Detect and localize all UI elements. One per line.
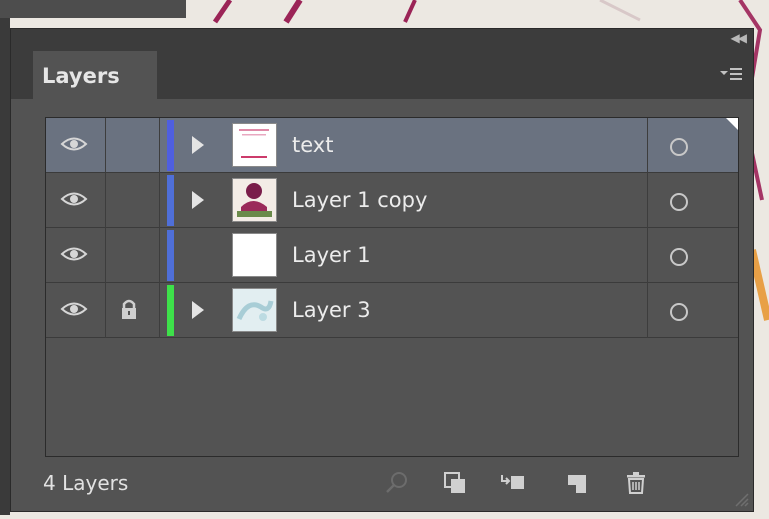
target-cell[interactable] xyxy=(647,118,738,173)
visibility-toggle[interactable] xyxy=(46,228,106,283)
panel-menu-icon[interactable] xyxy=(719,65,743,83)
locate-object-icon[interactable] xyxy=(384,471,410,495)
lock-icon xyxy=(122,299,136,319)
panel-tab-bar: Layers xyxy=(11,51,753,99)
layer-count-label: 4 Layers xyxy=(43,471,129,495)
layer-name[interactable]: Layer 3 xyxy=(292,283,371,338)
document-tab-strip xyxy=(0,0,186,18)
target-cell[interactable] xyxy=(647,173,738,228)
double-chevron-left-icon[interactable]: ◀◀ xyxy=(731,31,748,45)
target-circle-icon[interactable] xyxy=(670,303,688,321)
new-layer-icon[interactable] xyxy=(564,471,590,495)
panel-footer: 4 Layers xyxy=(11,457,753,511)
expand-triangle-icon[interactable] xyxy=(192,191,204,209)
lock-toggle[interactable] xyxy=(106,228,160,283)
lock-toggle[interactable] xyxy=(106,173,160,228)
lock-toggle[interactable] xyxy=(106,283,160,338)
layer-row[interactable]: text xyxy=(46,118,738,173)
eye-icon xyxy=(60,192,88,206)
layer-name[interactable]: Layer 1 xyxy=(292,228,371,283)
workspace-edge xyxy=(0,18,10,515)
layer-name[interactable]: text xyxy=(292,118,333,173)
layer-color-bar xyxy=(167,285,174,336)
target-cell[interactable] xyxy=(647,228,738,283)
layer-list: text Layer 1 copy Layer 1 Layer 3 xyxy=(45,117,739,457)
panel-title-bar[interactable]: ◀◀ xyxy=(11,29,753,51)
eye-icon xyxy=(60,247,88,261)
target-cell[interactable] xyxy=(647,283,738,338)
visibility-toggle[interactable] xyxy=(46,283,106,338)
layers-panel: ◀◀ Layers text Layer 1 copy Layer 1 Laye… xyxy=(10,28,754,512)
layer-color-bar xyxy=(167,120,174,171)
tab-layers[interactable]: Layers xyxy=(33,51,157,99)
target-circle-icon[interactable] xyxy=(670,193,688,211)
layer-thumbnail xyxy=(232,288,277,332)
make-clipping-mask-icon[interactable] xyxy=(442,471,468,495)
layer-color-bar xyxy=(167,175,174,226)
delete-icon[interactable] xyxy=(623,471,649,495)
visibility-toggle[interactable] xyxy=(46,173,106,228)
expand-triangle-icon[interactable] xyxy=(192,301,204,319)
expand-triangle-icon[interactable] xyxy=(192,136,204,154)
layer-name[interactable]: Layer 1 copy xyxy=(292,173,427,228)
eye-icon xyxy=(60,137,88,151)
layer-color-bar xyxy=(167,230,174,281)
target-circle-icon[interactable] xyxy=(670,138,688,156)
selection-indicator xyxy=(726,118,738,130)
target-circle-icon[interactable] xyxy=(670,248,688,266)
resize-grip-icon[interactable] xyxy=(733,491,749,507)
layer-thumbnail xyxy=(232,178,277,222)
eye-icon xyxy=(60,302,88,316)
lock-toggle[interactable] xyxy=(106,118,160,173)
layer-row[interactable]: Layer 3 xyxy=(46,283,738,338)
create-sublayer-icon[interactable] xyxy=(500,471,526,495)
layer-row[interactable]: Layer 1 xyxy=(46,228,738,283)
visibility-toggle[interactable] xyxy=(46,118,106,173)
layer-row[interactable]: Layer 1 copy xyxy=(46,173,738,228)
layer-thumbnail xyxy=(232,233,277,277)
layer-thumbnail xyxy=(232,123,277,167)
